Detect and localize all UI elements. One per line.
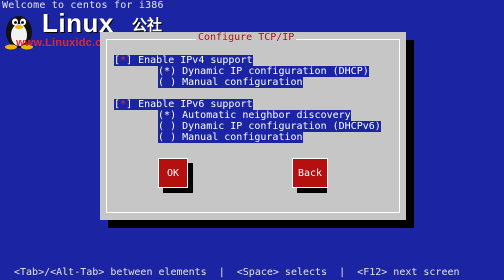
ipv4-dhcp-radio[interactable]: (*) Dynamic IP configuration (DHCP) — [158, 66, 369, 77]
ipv4-check-mark: * — [120, 55, 127, 66]
ipv6-label: Enable IPv6 support — [138, 99, 253, 110]
keyboard-help-bar: <Tab>/<Alt-Tab> between elements | <Spac… — [14, 267, 460, 278]
ipv4-label: Enable IPv4 support — [138, 55, 253, 66]
ipv6-manual-radio[interactable]: ( ) Manual configuration — [158, 132, 303, 143]
ipv6-dhcpv6-label: Dynamic IP configuration (DHCPv6) — [182, 121, 381, 132]
configure-tcpip-dialog: Configure TCP/IP [*] Enable IPv4 support… — [100, 32, 406, 220]
ipv6-manual-label: Manual configuration — [182, 132, 303, 143]
ipv6-auto-neighbor-radio[interactable]: (*) Automatic neighbor discovery — [158, 110, 351, 121]
ipv4-dhcp-mark: * — [164, 66, 171, 77]
ipv4-manual-radio[interactable]: ( ) Manual configuration — [158, 77, 303, 88]
ipv6-dhcpv6-mark — [164, 121, 170, 132]
back-button[interactable]: Back — [292, 158, 328, 188]
ipv6-auto-label: Automatic neighbor discovery — [182, 110, 351, 121]
ipv6-check-mark: * — [120, 99, 127, 110]
ipv6-dhcpv6-radio[interactable]: ( ) Dynamic IP configuration (DHCPv6) — [158, 121, 381, 132]
ok-button[interactable]: OK — [158, 158, 188, 188]
dialog-title: Configure TCP/IP — [196, 32, 297, 43]
ipv6-auto-mark: * — [164, 110, 171, 121]
ipv4-dhcp-label: Dynamic IP configuration (DHCP) — [182, 66, 369, 77]
enable-ipv6-checkbox[interactable]: [*] Enable IPv6 support — [114, 99, 253, 110]
ipv4-manual-label: Manual configuration — [182, 77, 303, 88]
enable-ipv4-checkbox[interactable]: [*] Enable IPv4 support — [114, 55, 253, 66]
ipv6-manual-mark — [164, 132, 170, 143]
ipv4-manual-mark — [164, 77, 170, 88]
